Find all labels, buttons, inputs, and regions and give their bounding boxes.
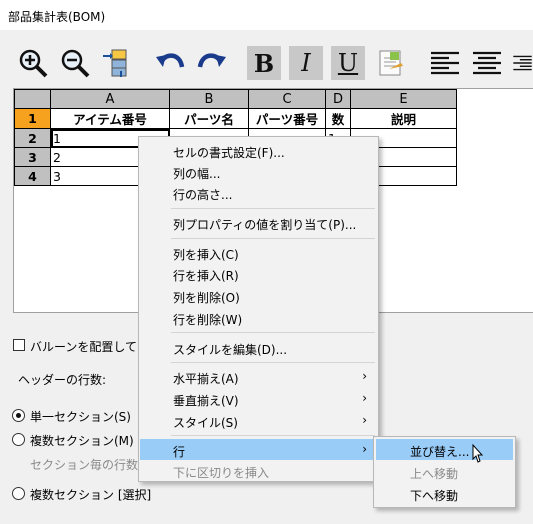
menu-item-vertical-align[interactable]: 垂直揃え(V) › <box>140 388 377 409</box>
menu-separator <box>171 208 375 209</box>
multi-section-select-label: 複数セクション [選択] <box>30 488 152 502</box>
multi-section-radio[interactable] <box>12 433 25 446</box>
menu-item-edit-style[interactable]: スタイルを編集(D)... <box>140 337 377 358</box>
undo-icon[interactable] <box>153 46 187 80</box>
menu-item-style[interactable]: スタイル(S) › <box>140 410 377 431</box>
row-header-3[interactable]: 3 <box>14 147 51 167</box>
header-cell-part-number[interactable]: パーツ番号 <box>248 108 326 129</box>
chevron-right-icon: › <box>362 442 367 456</box>
chevron-right-icon: › <box>362 369 367 383</box>
menu-item-format-cells[interactable]: セルの書式設定(F)... <box>140 140 377 161</box>
chevron-right-icon: › <box>362 391 367 405</box>
insert-table-icon[interactable] <box>100 46 134 80</box>
column-header-b[interactable]: B <box>169 89 249 109</box>
header-rows-label: ヘッダーの行数: <box>18 373 107 387</box>
menu-separator <box>171 362 375 363</box>
underline-button[interactable]: U <box>331 46 365 80</box>
row-header-4[interactable]: 4 <box>14 166 51 186</box>
multi-section-select-radio[interactable] <box>12 487 25 500</box>
align-right-icon[interactable] <box>512 46 533 80</box>
header-cell-description[interactable]: 説明 <box>350 108 457 129</box>
menu-item-insert-column[interactable]: 列を挿入(C) <box>140 242 377 263</box>
toolbar: B I U <box>0 44 533 84</box>
menu-item-delete-column[interactable]: 列を削除(O) <box>140 285 377 306</box>
single-section-label: 単一セクション(S) <box>30 410 131 424</box>
column-header-c[interactable]: C <box>248 89 326 109</box>
menu-item-delete-row[interactable]: 行を削除(W) <box>140 307 377 328</box>
underline-icon: U <box>337 49 359 77</box>
column-header-d[interactable]: D <box>325 89 351 109</box>
menu-item-row[interactable]: 行 › <box>140 439 377 460</box>
menu-separator <box>171 238 375 239</box>
properties-icon[interactable] <box>374 46 408 80</box>
menu-item-insert-row[interactable]: 行を挿入(R) <box>140 263 377 284</box>
header-cell-part-name[interactable]: パーツ名 <box>169 108 249 129</box>
menu-separator <box>171 332 375 333</box>
menu-item-column-width[interactable]: 列の幅... <box>140 161 377 182</box>
title-bar: 部品集計表(BOM) <box>0 0 533 30</box>
row-header-2[interactable]: 2 <box>14 128 51 148</box>
chevron-right-icon: › <box>362 413 367 427</box>
submenu-item-move-down[interactable]: 下へ移動 <box>376 483 513 504</box>
menu-item-row-height[interactable]: 行の高さ... <box>140 182 377 203</box>
menu-item-horizontal-align[interactable]: 水平揃え(A) › <box>140 366 377 387</box>
bold-button[interactable]: B <box>247 46 281 80</box>
menu-item-insert-break-below: 下に区切りを挿入 <box>173 466 270 480</box>
header-cell-quantity[interactable]: 数 <box>325 108 351 129</box>
context-menu: セルの書式設定(F)... 列の幅... 行の高さ... 列プロパティの値を割り… <box>138 136 379 482</box>
row-submenu: 並び替え... 上へ移動 下へ移動 <box>373 436 516 508</box>
row-header-1[interactable]: 1 <box>14 108 51 129</box>
column-header-a[interactable]: A <box>50 89 170 109</box>
italic-button[interactable]: I <box>289 46 323 80</box>
multi-section-label: 複数セクション(M) <box>30 434 134 448</box>
zoom-out-icon[interactable] <box>58 46 92 80</box>
zoom-in-icon[interactable] <box>16 46 50 80</box>
balloon-checkbox[interactable] <box>13 339 25 351</box>
header-cell-item-number[interactable]: アイテム番号 <box>50 108 170 129</box>
align-center-icon[interactable] <box>470 46 504 80</box>
menu-item-assign-column-property[interactable]: 列プロパティの値を割り当て(P)... <box>140 212 377 233</box>
single-section-radio[interactable] <box>12 409 25 422</box>
italic-icon: I <box>301 49 311 77</box>
bold-icon: B <box>253 48 275 78</box>
submenu-item-sort[interactable]: 並び替え... <box>376 439 513 460</box>
align-left-icon[interactable] <box>428 46 462 80</box>
mouse-cursor-icon <box>472 444 484 463</box>
column-header-e[interactable]: E <box>350 89 457 109</box>
redo-icon[interactable] <box>195 46 229 80</box>
window-title: 部品集計表(BOM) <box>8 10 106 24</box>
corner-cell[interactable] <box>14 89 51 109</box>
menu-separator <box>171 435 375 436</box>
submenu-item-move-up: 上へ移動 <box>410 467 459 481</box>
